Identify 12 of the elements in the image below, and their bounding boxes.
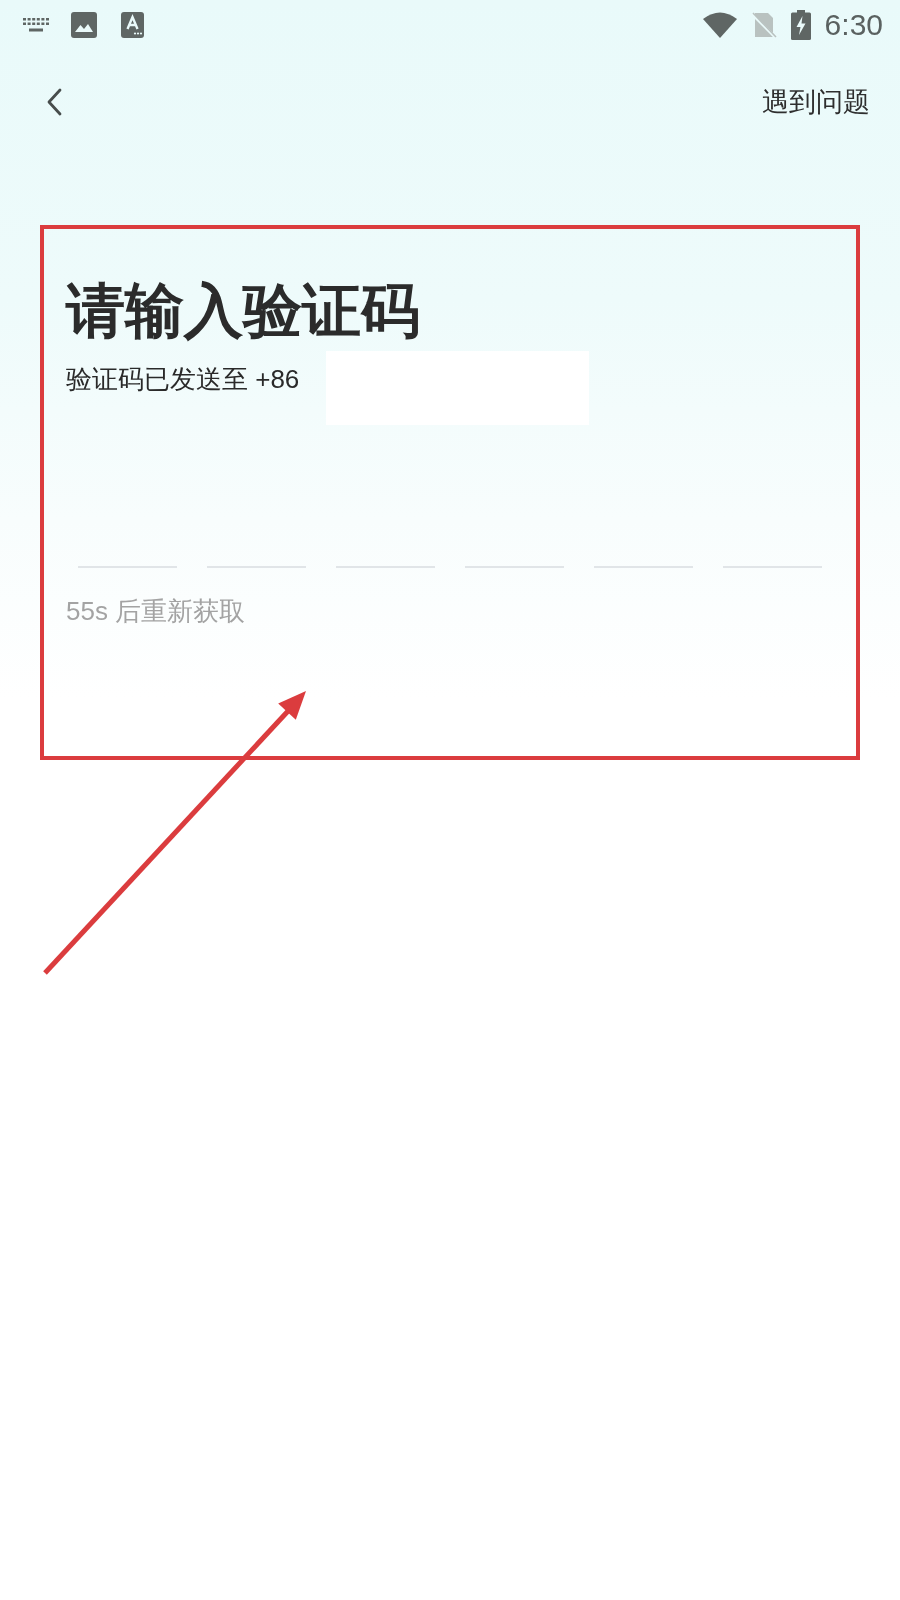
wifi-icon	[702, 12, 737, 38]
help-link[interactable]: 遇到问题	[762, 84, 870, 120]
page-title: 请输入验证码	[66, 277, 420, 346]
back-icon[interactable]	[45, 88, 63, 116]
battery-charging-icon	[790, 10, 811, 40]
resend-countdown: 55s 后重新获取	[66, 595, 246, 628]
keyboard-icon	[23, 18, 49, 32]
text-app-icon	[121, 12, 144, 38]
sent-to-text: 验证码已发送至 +86	[66, 363, 300, 396]
image-icon	[71, 12, 97, 38]
status-time: 6:30	[824, 7, 883, 43]
no-sim-icon	[750, 11, 777, 39]
